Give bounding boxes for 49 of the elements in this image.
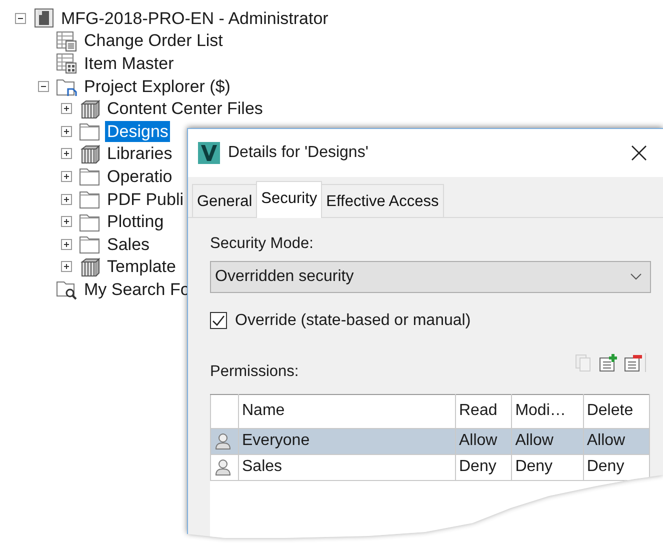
tree-item-label[interactable]: Template xyxy=(105,256,178,278)
expander-icon[interactable] xyxy=(38,80,48,92)
expander-icon[interactable] xyxy=(60,261,72,272)
tree-item-label[interactable]: Sales xyxy=(105,234,152,255)
expander-icon[interactable] xyxy=(60,238,72,250)
column-header[interactable]: Delete xyxy=(583,394,650,428)
column-header[interactable]: Read xyxy=(456,394,512,428)
tree-item-label[interactable]: Content Center Files xyxy=(105,98,265,120)
table-cell: Allow xyxy=(456,428,512,454)
field-label: Security Mode: xyxy=(210,234,314,254)
expander-icon[interactable] xyxy=(60,103,72,114)
dialog-title: Details for 'Designs' xyxy=(228,143,368,163)
tree-item-label[interactable]: Designs xyxy=(105,120,170,142)
table-cell: Allow xyxy=(583,428,650,454)
security-mode-dropdown[interactable]: Overridden security xyxy=(210,260,651,292)
table-cell: Deny xyxy=(583,454,650,480)
chevron-down-icon xyxy=(630,272,642,280)
checkbox-label: Override (state-based or manual) xyxy=(235,310,471,330)
tree-item-label[interactable]: Operatio xyxy=(105,166,174,187)
tree-item-label[interactable]: Plotting xyxy=(105,211,166,232)
expander-icon[interactable] xyxy=(60,216,72,228)
tab[interactable]: Effective Access xyxy=(321,184,444,218)
tab[interactable]: Security xyxy=(256,181,322,218)
add-item-icon[interactable] xyxy=(599,353,618,372)
user-icon xyxy=(214,432,232,450)
table-cell: Deny xyxy=(456,454,512,480)
checkbox[interactable] xyxy=(210,312,227,329)
expander-icon[interactable] xyxy=(60,148,72,160)
tree-item-label[interactable]: PDF Publi xyxy=(105,188,186,210)
user-icon xyxy=(214,458,232,476)
section-label: Permissions: xyxy=(210,362,299,382)
expander-icon[interactable] xyxy=(14,12,26,24)
tree-item-label[interactable]: Libraries xyxy=(105,143,174,164)
tree-item-label[interactable]: MFG-2018-PRO-EN - Administrator xyxy=(59,8,330,29)
table-cell: Sales xyxy=(238,454,456,480)
tree-item-label[interactable]: Item Master xyxy=(82,52,176,74)
table-cell: Everyone xyxy=(238,428,456,454)
tab[interactable]: General xyxy=(192,184,258,218)
tree-item-label[interactable]: Change Order List xyxy=(82,30,225,52)
remove-item-icon[interactable] xyxy=(624,353,643,372)
table-cell: Deny xyxy=(512,454,584,480)
column-header[interactable]: Modi… xyxy=(512,394,584,428)
table-cell: Allow xyxy=(512,428,584,454)
tree-item-label[interactable]: Project Explorer ($) xyxy=(82,76,232,97)
expander-icon[interactable] xyxy=(60,126,72,137)
column-header[interactable]: Name xyxy=(238,394,456,428)
expander-icon[interactable] xyxy=(60,194,72,205)
app-logo-icon xyxy=(198,142,220,164)
expander-icon[interactable] xyxy=(60,170,72,182)
